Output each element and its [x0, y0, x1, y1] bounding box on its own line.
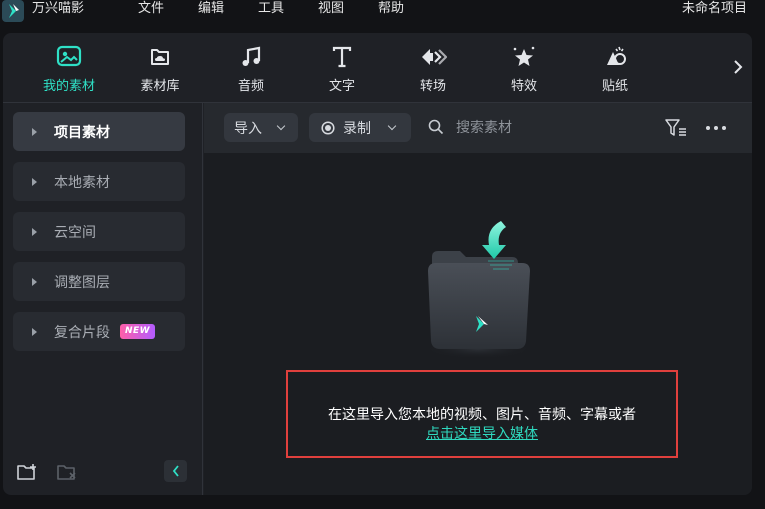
effects-star-icon [510, 43, 538, 71]
media-panel: 我的素材 素材库 音频 文字 转场 特效 贴纸 项目素材 本地素材 云空间 调整… [3, 33, 752, 495]
category-tabs: 我的素材 素材库 音频 文字 转场 特效 贴纸 [3, 33, 752, 103]
cloud-library-icon [146, 43, 174, 71]
tab-text[interactable]: 文字 [302, 43, 382, 99]
tab-stickers[interactable]: 贴纸 [575, 43, 655, 99]
empty-state-message: 在这里导入您本地的视频、图片、音频、字幕或者 [328, 407, 636, 423]
menu-tools[interactable]: 工具 [258, 0, 284, 20]
app-name: 万兴喵影 [32, 1, 85, 16]
import-hint-box: 在这里导入您本地的视频、图片、音频、字幕或者 点击这里导入媒体 [286, 370, 678, 458]
expand-caret-icon [32, 227, 37, 236]
record-icon [321, 120, 335, 135]
menu-view[interactable]: 视图 [318, 0, 344, 20]
search-icon [428, 119, 444, 135]
sidebar-item-cloud-space[interactable]: 云空间 [13, 212, 185, 251]
record-dropdown[interactable]: 录制 [309, 113, 411, 142]
tab-library[interactable]: 素材库 [120, 43, 200, 99]
media-sidebar: 项目素材 本地素材 云空间 调整图层 复合片段 NEW [3, 103, 203, 495]
menu-edit[interactable]: 编辑 [198, 0, 224, 20]
sidebar-item-adjustment-layer[interactable]: 调整图层 [13, 262, 185, 301]
chevron-left-icon [172, 465, 179, 477]
new-folder-icon[interactable] [16, 462, 38, 482]
more-options-icon[interactable] [704, 117, 728, 139]
my-media-icon [55, 43, 83, 71]
expand-caret-icon [32, 277, 37, 286]
media-toolbar: 导入 录制 [204, 103, 752, 153]
chevron-down-icon [387, 121, 397, 131]
tab-audio[interactable]: 音频 [211, 43, 291, 99]
search-input[interactable] [456, 115, 606, 141]
delete-folder-icon[interactable] [56, 462, 78, 482]
tab-transition[interactable]: 转场 [393, 43, 473, 99]
sticker-icon [601, 43, 629, 71]
tabs-next-chevron-icon[interactable] [730, 55, 746, 79]
import-folder-icon [416, 221, 541, 361]
import-media-link[interactable]: 点击这里导入媒体 [288, 423, 676, 443]
tab-my-media[interactable]: 我的素材 [29, 43, 109, 99]
menu-file[interactable]: 文件 [138, 0, 164, 20]
sidebar-item-compound-clip[interactable]: 复合片段 NEW [13, 312, 185, 351]
collapse-sidebar-button[interactable] [164, 460, 187, 482]
import-dropdown[interactable]: 导入 [224, 113, 298, 142]
text-t-icon [328, 43, 356, 71]
music-note-icon [237, 43, 265, 71]
sidebar-item-project-media[interactable]: 项目素材 [13, 112, 185, 151]
project-title[interactable]: 未命名项目 [682, 0, 747, 20]
filmora-logo-icon [0, 0, 26, 22]
menu-bar: 万兴喵影 文件 编辑 工具 视图 帮助 未命名项目 [0, 0, 765, 22]
filter-icon[interactable] [664, 117, 688, 139]
chevron-down-icon [276, 121, 286, 131]
media-drop-area[interactable]: 在这里导入您本地的视频、图片、音频、字幕或者 点击这里导入媒体 [204, 153, 752, 495]
menu-help[interactable]: 帮助 [378, 0, 404, 20]
expand-caret-icon [32, 327, 37, 336]
new-badge: NEW [120, 324, 156, 339]
expand-caret-icon [32, 177, 37, 186]
tab-effects[interactable]: 特效 [484, 43, 564, 99]
expand-caret-icon [32, 127, 37, 136]
sidebar-item-local-media[interactable]: 本地素材 [13, 162, 185, 201]
transition-icon [419, 43, 447, 71]
